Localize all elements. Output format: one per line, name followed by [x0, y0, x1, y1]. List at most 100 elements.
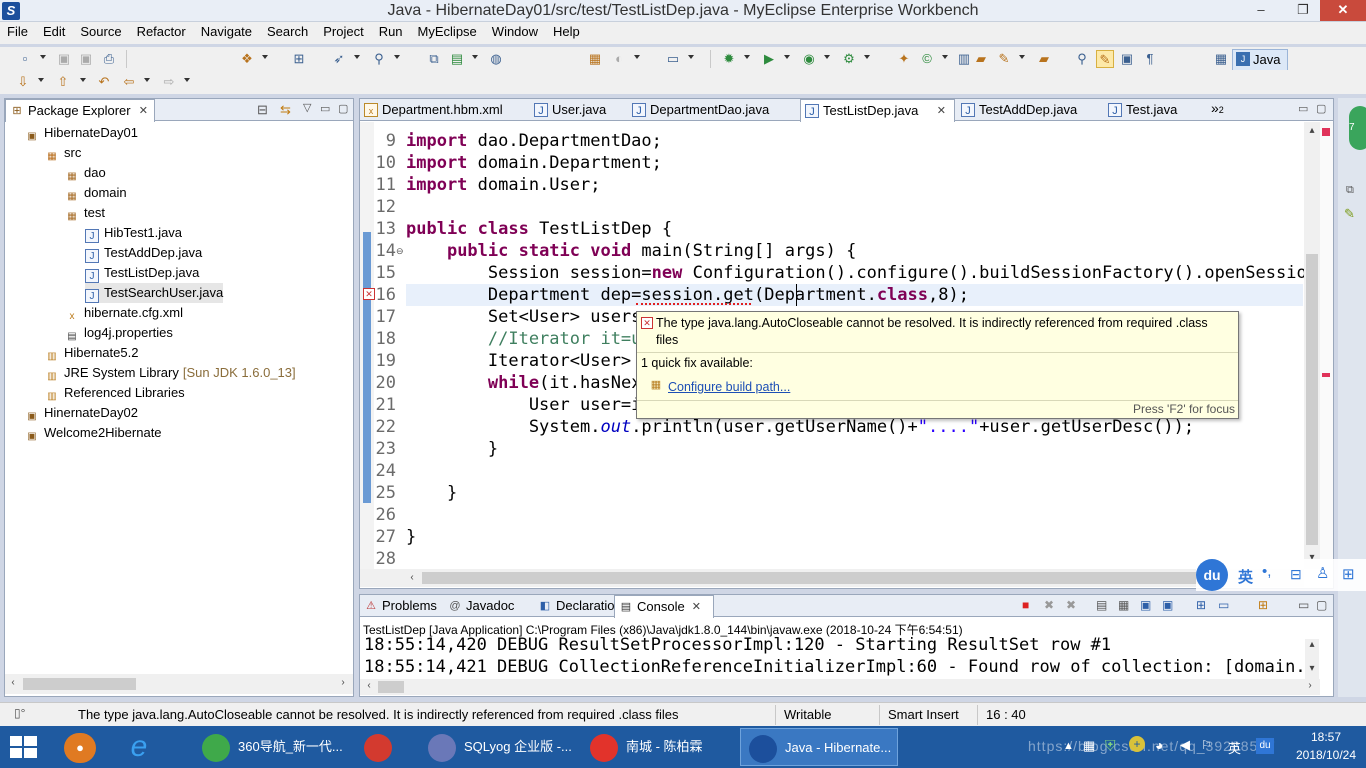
- package-explorer-tab[interactable]: ⊞ Package Explorer ✕: [5, 99, 155, 122]
- code-line[interactable]: 24: [360, 460, 1305, 482]
- error-summary-icon[interactable]: [1322, 128, 1330, 136]
- menu-search[interactable]: Search: [260, 22, 316, 42]
- baidu-ime-logo[interactable]: du: [1196, 559, 1228, 591]
- ime-toolbox-icon[interactable]: ⊟: [1290, 566, 1302, 583]
- open-perspective-icon[interactable]: ▦: [1212, 50, 1230, 68]
- layout-icon[interactable]: ▭: [664, 50, 682, 68]
- console-vscroll[interactable]: ▴ ▾: [1305, 639, 1319, 679]
- package-explorer-close-icon[interactable]: ✕: [139, 100, 148, 122]
- close-button[interactable]: ✕: [1320, 0, 1366, 21]
- show-stderr-icon[interactable]: ▣: [1162, 598, 1173, 612]
- display-console-icon[interactable]: ▭: [1218, 598, 1229, 612]
- editor-tab-departmentdao-java[interactable]: J DepartmentDao.java: [628, 99, 798, 121]
- editor-vscroll[interactable]: ▴ ▾: [1304, 122, 1320, 569]
- tree-item-src[interactable]: ▦ src: [45, 143, 81, 163]
- console-scroll-left-icon[interactable]: ‹: [363, 680, 375, 691]
- code-line[interactable]: 25 }: [360, 482, 1305, 504]
- editor-maximize-icon[interactable]: ▢: [1316, 102, 1326, 115]
- tree-item-test[interactable]: ▦ test: [65, 203, 105, 223]
- tray-baidu-icon[interactable]: du: [1256, 738, 1274, 754]
- code-line[interactable]: 28: [360, 548, 1305, 570]
- editor-hscroll-thumb[interactable]: [422, 572, 1202, 584]
- menu-help[interactable]: Help: [546, 22, 588, 42]
- tree-item-jre-system-library[interactable]: ▥ JRE System Library [Sun JDK 1.6.0_13]: [45, 363, 295, 383]
- show-whitespace-icon[interactable]: ¶: [1141, 50, 1159, 68]
- terminate-icon[interactable]: ■: [1022, 598, 1029, 612]
- save-icon[interactable]: ▣: [55, 50, 73, 68]
- server-icon[interactable]: ▤: [448, 50, 466, 68]
- tree-item-testlistdep-java[interactable]: J TestListDep.java: [85, 263, 199, 283]
- editor-vscroll-thumb[interactable]: [1306, 254, 1318, 545]
- code-line[interactable]: 23 }: [360, 438, 1305, 460]
- save-all-icon[interactable]: ▣: [77, 50, 95, 68]
- tree-item-domain[interactable]: ▦ domain: [65, 183, 126, 203]
- menu-edit[interactable]: Edit: [36, 22, 73, 42]
- clock-time[interactable]: 18:57: [1290, 730, 1362, 744]
- ime-grid-icon[interactable]: ⊞: [1342, 565, 1355, 583]
- open-folder-icon[interactable]: ▰: [972, 50, 990, 68]
- tray-qq-icon[interactable]: ◕: [1155, 737, 1163, 753]
- menu-refactor[interactable]: Refactor: [130, 22, 194, 42]
- start-button[interactable]: [10, 736, 38, 760]
- menu-project[interactable]: Project: [316, 22, 371, 42]
- console-tab-javadoc[interactable]: @ Javadoc: [444, 595, 532, 617]
- task-list-icon[interactable]: ✎: [1344, 206, 1355, 222]
- pin-icon[interactable]: ⚲: [1073, 50, 1091, 68]
- configure-build-path-link[interactable]: Configure build path...: [668, 380, 790, 394]
- tree-item-dao[interactable]: ▦ dao: [65, 163, 105, 183]
- tree-item-referenced-libraries[interactable]: ▥ Referenced Libraries: [45, 383, 184, 403]
- tree-item-hibtest1-java[interactable]: J HibTest1.java: [85, 223, 182, 243]
- show-stdout-icon[interactable]: ▣: [1140, 598, 1151, 612]
- print-icon[interactable]: ⎙: [100, 50, 118, 68]
- menu-window[interactable]: Window: [485, 22, 546, 42]
- folder-icon[interactable]: ▰: [1035, 50, 1053, 68]
- menu-myeclipse[interactable]: MyEclipse: [411, 22, 485, 42]
- restore-button[interactable]: ❐: [1286, 0, 1320, 21]
- console-scroll-right-icon[interactable]: ›: [1304, 680, 1316, 691]
- menu-run[interactable]: Run: [372, 22, 411, 42]
- tray-expand-icon[interactable]: ▲: [1063, 740, 1074, 752]
- ime-user-icon[interactable]: ♙: [1316, 564, 1329, 582]
- code-line[interactable]: 16 Department dep=session.get(Department…: [360, 284, 1305, 306]
- task-icon[interactable]: ◐: [610, 50, 628, 68]
- external-tools-icon[interactable]: ⚙: [840, 50, 858, 68]
- highlight-icon[interactable]: ✎: [1096, 50, 1114, 68]
- scroll-up-icon[interactable]: ▴: [1306, 125, 1318, 136]
- code-line[interactable]: 12: [360, 196, 1305, 218]
- editor-tab-testadddep-java[interactable]: J TestAddDep.java: [957, 99, 1102, 121]
- tray-network-icon[interactable]: ▦: [1083, 738, 1095, 754]
- menu-source[interactable]: Source: [73, 22, 129, 42]
- editor-tab-department-hbm-xml[interactable]: x Department.hbm.xml: [360, 99, 528, 121]
- menu-file[interactable]: File: [0, 22, 36, 42]
- tray-volume-icon[interactable]: ◀: [1180, 737, 1190, 753]
- explorer-hscroll-thumb[interactable]: [23, 678, 136, 690]
- remove-launch-icon[interactable]: ✖: [1044, 598, 1054, 612]
- code-line[interactable]: 13 public class TestListDep {: [360, 218, 1305, 240]
- coverage-icon[interactable]: ◉: [800, 50, 818, 68]
- code-line[interactable]: 14 public static void main(String[] args…: [360, 240, 1305, 262]
- scroll-right-icon[interactable]: ›: [337, 677, 349, 688]
- code-line[interactable]: 22 System.out.println(user.getUserName()…: [360, 416, 1305, 438]
- tray-shield-icon[interactable]: ⛨: [1105, 737, 1116, 754]
- code-line[interactable]: 27}: [360, 526, 1305, 548]
- remove-all-icon[interactable]: ✖: [1066, 598, 1076, 612]
- run-icon[interactable]: ▶: [760, 50, 778, 68]
- edit-icon[interactable]: ✎: [995, 50, 1013, 68]
- pin-console-icon[interactable]: ⊞: [1196, 598, 1206, 612]
- tree-item-hibernate5-2[interactable]: ▥ Hibernate5.2: [45, 343, 138, 363]
- quickfix-hover-popup[interactable]: ✕ The type java.lang.AutoCloseable canno…: [636, 311, 1239, 419]
- browser-icon[interactable]: ◍: [487, 50, 505, 68]
- menu-navigate[interactable]: Navigate: [194, 22, 260, 42]
- taskbar-item[interactable]: Java - Hibernate...: [740, 728, 898, 766]
- tree-item-hibernate-cfg-xml[interactable]: x hibernate.cfg.xml: [65, 303, 184, 323]
- java-perspective-button[interactable]: J Java: [1232, 49, 1288, 71]
- editor-hscroll[interactable]: ‹: [360, 569, 1304, 587]
- editor-tab-test-java[interactable]: J Test.java: [1104, 99, 1204, 121]
- console-minimize-icon[interactable]: ▭: [1298, 598, 1309, 612]
- error-overview-marker[interactable]: [1322, 373, 1330, 377]
- code-line[interactable]: 11 import domain.User;: [360, 174, 1305, 196]
- tree-item-testadddep-java[interactable]: J TestAddDep.java: [85, 243, 202, 263]
- code-line[interactable]: 15 Session session=new Configuration().c…: [360, 262, 1305, 284]
- tray-flag-icon[interactable]: ⚐: [1201, 738, 1212, 752]
- console-hscroll-thumb[interactable]: [378, 681, 404, 693]
